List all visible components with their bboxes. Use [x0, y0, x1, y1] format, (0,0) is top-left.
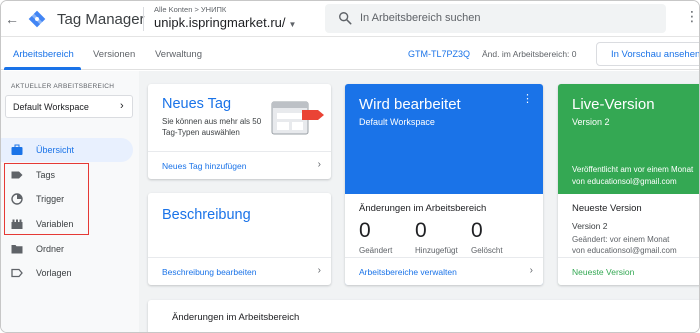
new-tag-footer[interactable]: Neues Tag hinzufügen ›: [148, 151, 331, 179]
tab-bar: Arbeitsbereich Versionen Verwaltung GTM-…: [1, 37, 699, 70]
live-version-number: Version 2: [572, 117, 610, 127]
sidebar-item-label: Ordner: [36, 244, 65, 254]
changed-date: Geändert: vor einem Monat: [572, 235, 670, 244]
preview-button[interactable]: In Vorschau ansehen: [596, 42, 699, 66]
newest-version-link[interactable]: Neueste Version: [572, 267, 634, 277]
editing-card: Wird bearbeitet Default Workspace ⋮ Ände…: [345, 84, 543, 285]
live-published-info: Veröffentlicht am vor einem Monat von ed…: [572, 164, 693, 188]
manage-workspaces-link[interactable]: Arbeitsbereiche verwalten: [359, 267, 457, 277]
workspace-label: AKTUELLER ARBEITSBEREICH: [11, 83, 115, 90]
workspace-changes-card-title: Änderungen im Arbeitsbereich: [172, 312, 300, 323]
active-tab-indicator: [4, 67, 81, 70]
workspace-changes-count: Änd. im Arbeitsbereich: 0: [482, 49, 577, 59]
stat-label: Hinzugefügt: [415, 246, 458, 255]
new-tag-title[interactable]: Neues Tag: [162, 96, 231, 112]
sidebar-item-label: Übersicht: [36, 145, 75, 155]
stat-changed: 0 Geändert: [359, 219, 392, 255]
app-title: Tag Manager: [57, 11, 145, 28]
main-content: Neues Tag Sie können aus mehr als 50 Tag…: [139, 71, 699, 332]
chevron-right-icon: ›: [529, 265, 533, 276]
new-tag-illustration-icon: [271, 101, 324, 135]
more-vert-icon[interactable]: ⋮: [685, 9, 699, 23]
caret-down-icon: ▼: [288, 20, 297, 29]
search-placeholder: In Arbeitsbereich suchen: [360, 12, 481, 24]
newest-version-title: Neueste Version: [572, 203, 642, 214]
workspace-changes-title: Änderungen im Arbeitsbereich: [359, 203, 487, 214]
new-tag-card: Neues Tag Sie können aus mehr als 50 Tag…: [148, 84, 331, 179]
breadcrumb[interactable]: Alle Konten > УНИПК: [154, 5, 226, 14]
editing-workspace: Default Workspace: [359, 117, 435, 127]
live-version-card: Live-Version Version 2 Veröffentlicht am…: [558, 84, 699, 285]
live-version-footer[interactable]: Neueste Version: [558, 257, 699, 285]
container-selector[interactable]: unipk.ispringmarket.ru/▼: [154, 15, 296, 30]
new-tag-description: Sie können aus mehr als 50 Tag-Typen aus…: [162, 117, 262, 137]
tag-manager-logo-icon: [28, 10, 46, 28]
live-version-title: Live-Version: [572, 96, 655, 113]
sidebar-item-label: Vorlagen: [36, 268, 72, 278]
editing-title: Wird bearbeitet: [359, 96, 461, 113]
container-name: unipk.ispringmarket.ru/: [154, 15, 286, 30]
newest-version-changed: Geändert: vor einem Monat von educations…: [572, 234, 677, 256]
back-arrow-icon[interactable]: ←: [5, 11, 19, 27]
sidebar: AKTUELLER ARBEITSBEREICH Default Workspa…: [1, 71, 139, 332]
sidebar-item-ordner[interactable]: Ordner: [1, 237, 133, 261]
folder-icon: [11, 245, 23, 254]
chevron-right-icon: ›: [317, 265, 321, 276]
workspace-name: Default Workspace: [13, 102, 89, 112]
chevron-right-icon: ›: [317, 159, 321, 170]
more-vert-icon[interactable]: ⋮: [522, 94, 533, 105]
changed-by: von educationsol@gmail.com: [572, 246, 677, 255]
template-icon: [11, 268, 23, 278]
editing-footer[interactable]: Arbeitsbereiche verwalten ›: [345, 257, 543, 285]
search-icon: [339, 12, 352, 25]
stat-value: 0: [471, 219, 483, 242]
tab-verwaltung[interactable]: Verwaltung: [155, 49, 202, 60]
stat-value: 0: [359, 219, 371, 242]
stat-added: 0 Hinzugefügt: [415, 219, 458, 255]
add-new-tag-link[interactable]: Neues Tag hinzufügen: [162, 161, 246, 171]
highlight-box: [4, 163, 89, 235]
workspace-selector[interactable]: Default Workspace ›: [5, 95, 133, 118]
published-date: Veröffentlicht am vor einem Monat: [572, 165, 694, 174]
tab-arbeitsbereich[interactable]: Arbeitsbereich: [13, 49, 74, 60]
container-id-link[interactable]: GTM-TL7PZ3Q: [408, 49, 470, 59]
newest-version-number: Version 2: [572, 221, 608, 231]
sidebar-item-uebersicht[interactable]: Übersicht: [1, 138, 133, 162]
sidebar-item-vorlagen[interactable]: Vorlagen: [1, 261, 133, 285]
briefcase-icon: [11, 144, 23, 155]
edit-description-link[interactable]: Beschreibung bearbeiten: [162, 267, 257, 277]
description-title[interactable]: Beschreibung: [162, 207, 251, 223]
app-window: ← Tag Manager Alle Konten > УНИПК unipk.…: [0, 0, 700, 333]
description-footer[interactable]: Beschreibung bearbeiten ›: [148, 257, 331, 285]
top-bar: ← Tag Manager Alle Konten > УНИПК unipk.…: [1, 1, 699, 37]
published-by: von educationsol@gmail.com: [572, 177, 677, 186]
divider: [143, 7, 144, 31]
stat-deleted: 0 Gelöscht: [471, 219, 503, 255]
stat-label: Gelöscht: [471, 246, 503, 255]
chevron-right-icon: ›: [120, 100, 124, 112]
tab-versionen[interactable]: Versionen: [93, 49, 135, 60]
description-card: Beschreibung Beschreibung bearbeiten ›: [148, 193, 331, 285]
stat-value: 0: [415, 219, 427, 242]
workspace-changes-card: Änderungen im Arbeitsbereich: [148, 300, 699, 332]
search-input[interactable]: In Arbeitsbereich suchen: [325, 4, 666, 33]
stat-label: Geändert: [359, 246, 393, 255]
